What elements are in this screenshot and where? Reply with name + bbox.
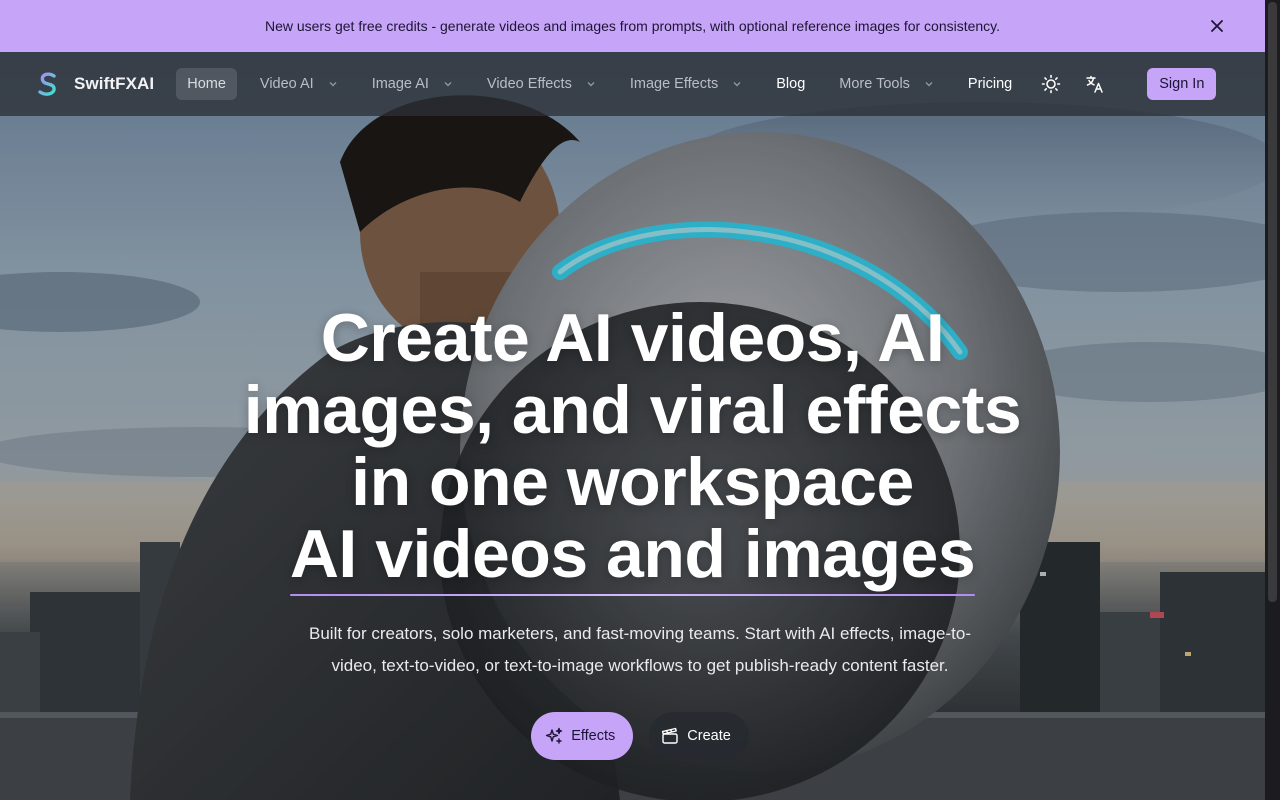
headline-line: Create AI videos, AI xyxy=(320,300,945,376)
close-icon xyxy=(1211,20,1223,32)
announcement-text: New users get free credits - generate vi… xyxy=(264,18,1001,34)
page-scrollbar[interactable] xyxy=(1265,0,1280,800)
nav-item-label: More Tools xyxy=(839,76,910,92)
create-button-label: Create xyxy=(687,728,731,744)
hero-headline: Create AI videos, AI images, and viral e… xyxy=(0,300,1265,596)
sun-icon xyxy=(1041,74,1061,94)
nav-item-label: Image Effects xyxy=(629,76,719,92)
brand-name: SwiftFXAI xyxy=(74,74,155,93)
chevron-down-icon xyxy=(328,79,338,89)
nav-item-video-ai[interactable]: Video AI xyxy=(249,68,349,100)
logo-icon xyxy=(38,72,56,96)
close-announcement-button[interactable] xyxy=(1205,14,1229,38)
effects-button[interactable]: Effects xyxy=(531,712,634,760)
effects-button-label: Effects xyxy=(571,728,616,744)
nav-item-image-ai[interactable]: Image AI xyxy=(361,68,464,100)
sparkles-icon xyxy=(546,727,563,744)
chevron-down-icon xyxy=(586,79,596,89)
headline-line: in one workspace xyxy=(351,444,914,520)
nav-item-label: Blog xyxy=(776,76,806,92)
sign-in-button[interactable]: Sign In xyxy=(1147,68,1217,100)
nav-item-label: Image AI xyxy=(371,76,429,92)
nav-item-blog[interactable]: Blog xyxy=(765,68,816,100)
chevron-down-icon xyxy=(443,79,453,89)
nav-item-label: Pricing xyxy=(967,76,1013,92)
language-button[interactable] xyxy=(1079,68,1111,100)
nav-item-label: Home xyxy=(187,76,226,92)
create-button[interactable]: Create xyxy=(649,712,749,760)
headline-accent: AI videos and images xyxy=(289,516,976,596)
brand-logo[interactable]: SwiftFXAI xyxy=(34,70,154,98)
nav-item-home[interactable]: Home xyxy=(176,68,237,100)
nav-item-pricing[interactable]: Pricing xyxy=(957,68,1023,100)
theme-toggle-button[interactable] xyxy=(1035,68,1067,100)
hero-cta-group: Effects Create xyxy=(0,712,1280,760)
announcement-bar: New users get free credits - generate vi… xyxy=(0,0,1265,52)
scrollbar-thumb[interactable] xyxy=(1268,2,1277,602)
clapperboard-icon xyxy=(662,727,678,744)
nav-item-more-tools[interactable]: More Tools xyxy=(828,68,945,100)
accent-underline xyxy=(289,594,976,596)
headline-line: images, and viral effects xyxy=(243,372,1022,448)
chevron-down-icon xyxy=(924,79,934,89)
nav-item-video-effects[interactable]: Video Effects xyxy=(476,68,607,100)
translate-icon xyxy=(1086,75,1103,93)
nav-item-label: Video AI xyxy=(259,76,314,92)
nav-item-label: Video Effects xyxy=(486,76,572,92)
nav-item-image-effects[interactable]: Image Effects xyxy=(619,68,753,100)
hero-subtext: Built for creators, solo marketers, and … xyxy=(309,624,971,675)
headline-accent-text: AI videos and images xyxy=(289,516,976,592)
chevron-down-icon xyxy=(732,79,742,89)
main-navbar: SwiftFXAI Home Video AI Image AI Video E… xyxy=(0,52,1265,116)
